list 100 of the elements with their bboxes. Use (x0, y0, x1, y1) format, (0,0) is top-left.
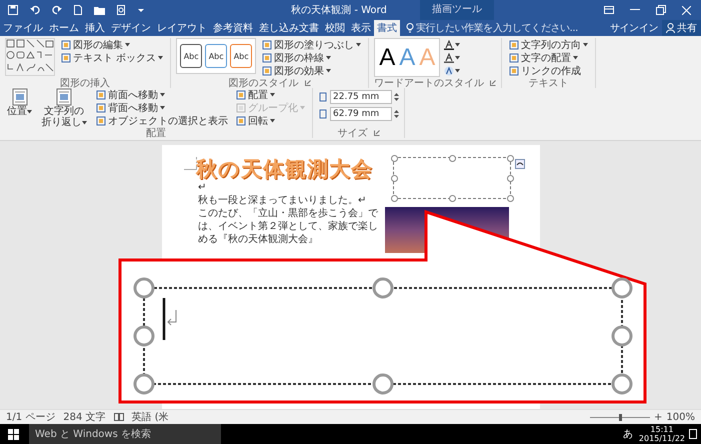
windows-logo-icon[interactable] (8, 428, 19, 440)
shape-icon (262, 52, 272, 62)
caret-icon (160, 106, 165, 110)
shape-icon (262, 40, 272, 50)
status-text: 1/1 ページ (6, 411, 56, 424)
clock-date[interactable]: 2015/11/22 (638, 434, 685, 443)
caret-icon (300, 106, 305, 110)
ribbon-tab[interactable]: レイアウト (154, 20, 210, 36)
ribbon-button[interactable]: 図形の塗りつぶし (260, 38, 364, 51)
shape-icon (509, 52, 520, 62)
ribbon-button[interactable]: 図形の効果 (260, 64, 364, 77)
dialog-launcher-icon[interactable] (374, 130, 380, 136)
ribbon-tab[interactable]: 差し込み文書 (256, 20, 322, 36)
wordart-style[interactable]: A (379, 44, 396, 72)
ribbon-button[interactable]: 文字列の折り返し (38, 88, 90, 128)
text-fill-button[interactable] (444, 38, 460, 51)
resize-handle[interactable] (391, 155, 398, 162)
caret-icon (82, 121, 86, 125)
zoom-level[interactable]: 100% (666, 412, 695, 422)
resize-handle[interactable] (391, 175, 398, 182)
close-icon[interactable] (682, 6, 691, 14)
zoom-in-button[interactable]: + (654, 412, 662, 422)
resize-handle[interactable] (507, 155, 514, 162)
resize-handle[interactable] (449, 155, 456, 162)
new-document-icon[interactable] (74, 5, 82, 15)
ribbon-button[interactable]: 前面へ移動 (94, 88, 230, 101)
print-preview-icon[interactable] (117, 5, 126, 15)
minimize-icon[interactable] (630, 9, 640, 11)
ribbon-button[interactable]: 配置 (234, 88, 307, 101)
caret-icon (125, 42, 130, 46)
layout-options-icon[interactable] (515, 159, 525, 169)
ribbon-tab[interactable]: 表示 (348, 20, 374, 36)
redo-icon[interactable] (52, 5, 62, 15)
ribbon-button[interactable]: オブジェクトの選択と表示 (94, 114, 230, 127)
book-icon[interactable] (114, 413, 124, 421)
ribbon-button[interactable]: リンクの作成 (507, 64, 590, 77)
letter-a-icon (444, 40, 454, 50)
ribbon-button[interactable]: 位置 (5, 88, 34, 117)
ribbon-tab[interactable]: 校閲 (322, 20, 348, 36)
size-field[interactable]: 22.75 mm (330, 90, 392, 104)
ribbon-button[interactable]: 文字の配置 (507, 51, 590, 64)
dialog-launcher-icon[interactable] (304, 80, 311, 86)
ribbon-display-icon[interactable] (604, 6, 614, 14)
restore-icon[interactable] (656, 5, 666, 15)
spinner-icon[interactable] (394, 92, 399, 102)
resize-handle[interactable] (507, 195, 514, 202)
context-tab-label: 描画ツール (420, 0, 494, 20)
ribbon-tab[interactable]: 参考資料 (210, 20, 256, 36)
ribbon-button[interactable]: 図形の編集 (59, 38, 166, 51)
shape-style-swatch[interactable]: Abc (180, 44, 202, 68)
caret-icon (326, 56, 332, 60)
ribbon-button[interactable]: テキスト ボックス (59, 51, 166, 64)
caret-icon (356, 42, 362, 46)
save-icon[interactable] (8, 5, 18, 15)
ribbon-tab[interactable]: 挿入 (82, 20, 108, 36)
undo-icon[interactable] (30, 5, 40, 15)
taskbar-search-field[interactable]: Web と Windows を検索 (29, 424, 221, 444)
folder-icon[interactable] (94, 6, 105, 14)
group-label: 図形のスタイル (228, 76, 299, 90)
caret-icon (455, 56, 460, 60)
ribbon-tab[interactable]: ファイル (0, 20, 46, 36)
status-text: 284 文字 (63, 410, 106, 424)
text-box[interactable] (393, 157, 511, 199)
ribbon-tab[interactable]: デザイン (108, 20, 154, 36)
group-label: サイズ (338, 126, 368, 140)
glowing-letter-icon (444, 66, 454, 76)
size-field[interactable]: 62.79 mm (330, 107, 392, 121)
group-label: テキスト (528, 76, 569, 90)
spinner-icon[interactable] (394, 109, 399, 119)
ribbon-button[interactable]: 背面へ移動 (94, 101, 230, 114)
share-button[interactable]: 共有 (662, 20, 701, 36)
resize-handle[interactable] (391, 195, 398, 202)
caret-icon (270, 92, 275, 96)
text-outline-button[interactable] (444, 51, 460, 64)
lightbulb-icon (406, 23, 414, 33)
text-effects-button[interactable] (444, 64, 460, 77)
page-layout-icon (56, 88, 72, 106)
caret-icon (158, 56, 164, 60)
zoom-thumb[interactable] (618, 414, 622, 420)
resize-handle[interactable] (449, 195, 456, 202)
shape-style-swatch[interactable]: Abc (205, 44, 228, 68)
shapes-gallery[interactable] (5, 38, 55, 76)
sign-in-link[interactable]: サインイン (606, 21, 662, 35)
ribbon-tab[interactable]: 書式 (374, 20, 400, 36)
ribbon-button[interactable]: 回転 (234, 114, 307, 127)
shape-icon (509, 66, 520, 76)
caret-icon (326, 68, 332, 72)
ribbon-button[interactable]: 図形の枠線 (260, 51, 364, 64)
customize-menu-icon[interactable] (138, 7, 144, 13)
ribbon-tab[interactable]: ホーム (46, 20, 82, 36)
ribbon-button[interactable]: 文字列の方向 (507, 38, 590, 51)
clock-time[interactable]: 15:11 (650, 425, 674, 434)
shape-style-swatch[interactable]: Abc (230, 44, 252, 68)
ime-indicator[interactable]: あ (616, 427, 639, 441)
resize-handle[interactable] (507, 175, 514, 182)
group-label: ワードアートのスタイル (374, 76, 484, 90)
group-label: 配置 (146, 126, 166, 140)
letter-a-icon (444, 52, 454, 62)
caret-icon (27, 110, 32, 114)
dialog-launcher-icon[interactable] (490, 80, 496, 86)
